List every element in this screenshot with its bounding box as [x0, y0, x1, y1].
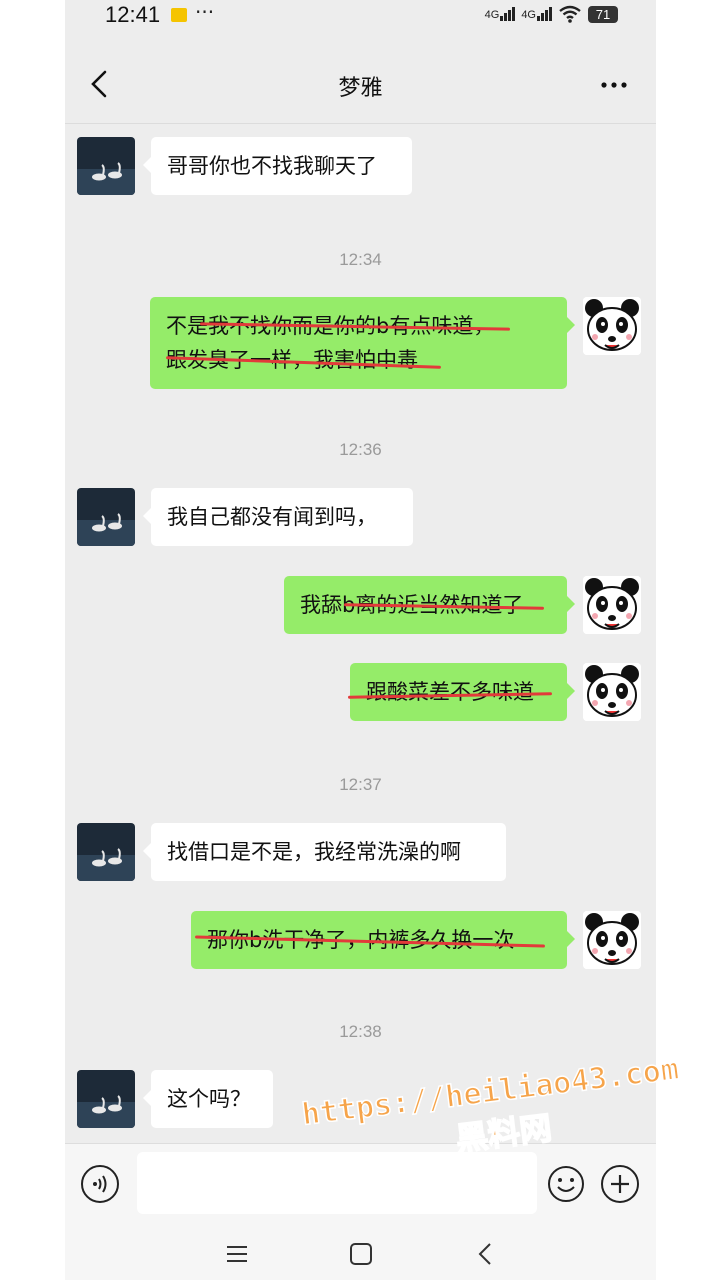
home-square-icon	[350, 1243, 372, 1265]
signal-icon-1: 4G	[485, 7, 516, 21]
panda-avatar-icon	[583, 663, 641, 721]
chat-header: 梦雅	[65, 52, 656, 118]
message-text: 哥哥你也不找我聊天了	[167, 154, 377, 178]
system-back-button[interactable]	[470, 1239, 500, 1269]
panda-avatar-icon	[583, 297, 641, 355]
message-input[interactable]	[137, 1152, 537, 1214]
menu-button[interactable]	[222, 1239, 252, 1269]
more-notifications-icon: ···	[195, 0, 215, 24]
network-type-1: 4G	[484, 9, 500, 21]
wifi-icon	[559, 5, 581, 23]
message-text: 我自己都没有闻到吗，	[167, 505, 377, 529]
my-avatar[interactable]	[583, 576, 641, 634]
swan-avatar-icon	[77, 823, 135, 881]
swan-avatar-icon	[77, 1070, 135, 1128]
status-time: 12:41	[105, 2, 161, 27]
incoming-message-bubble[interactable]: 哥哥你也不找我聊天了	[143, 137, 412, 195]
plus-circle-icon	[611, 1175, 629, 1193]
voice-icon	[93, 1175, 107, 1193]
outgoing-message-bubble[interactable]: 不是我不找你而是你的b有点味道， 跟发臭了一样，我害怕中毒	[150, 297, 575, 389]
phone-screen: 12:41 ··· 4G 4G 71 梦雅 哥哥你也不找我聊天了 12:34 1…	[65, 0, 656, 1280]
message-timestamp: 12:38	[339, 1022, 382, 1041]
input-bar	[65, 1143, 656, 1228]
incoming-message-bubble[interactable]: 找借口是不是，我经常洗澡的啊	[143, 823, 506, 881]
signal-icon-2: 4G	[521, 7, 552, 21]
system-nav-bar	[65, 1227, 656, 1280]
message-text: 这个吗？	[167, 1087, 251, 1111]
more-horizontal-icon	[601, 82, 627, 88]
message-timestamp: 12:37	[339, 775, 382, 794]
panda-avatar-icon	[583, 576, 641, 634]
battery-indicator: 71	[588, 5, 618, 23]
incoming-message-bubble[interactable]: 这个吗？	[143, 1070, 273, 1128]
my-avatar[interactable]	[583, 663, 641, 721]
message-timestamp: 12:34	[339, 250, 382, 269]
more-button[interactable]	[596, 70, 632, 100]
outgoing-message-bubble[interactable]: 那你b洗干净了，内裤多久换一次	[191, 911, 575, 969]
emoji-icon	[548, 1166, 584, 1202]
outgoing-message-bubble[interactable]: 跟酸菜差不多味道	[347, 663, 575, 721]
chat-title: 梦雅	[338, 76, 383, 101]
contact-avatar[interactable]	[77, 823, 135, 881]
panda-avatar-icon	[583, 911, 641, 969]
contact-avatar[interactable]	[77, 488, 135, 546]
home-button[interactable]	[346, 1239, 376, 1269]
message-text: 找借口是不是，我经常洗澡的啊	[167, 840, 461, 864]
outgoing-message-bubble[interactable]: 我舔b离的近当然知道了	[284, 576, 575, 634]
voice-button[interactable]	[81, 1165, 119, 1203]
status-indicators: 4G 4G 71	[485, 4, 618, 24]
back-triangle-icon	[478, 1243, 491, 1265]
header-divider	[65, 123, 656, 124]
status-bar: 12:41 ··· 4G 4G 71	[65, 0, 656, 32]
contact-avatar[interactable]	[77, 1070, 135, 1128]
swan-avatar-icon	[77, 488, 135, 546]
incoming-message-bubble[interactable]: 我自己都没有闻到吗，	[143, 488, 413, 546]
menu-icon	[227, 1246, 247, 1262]
my-avatar[interactable]	[583, 297, 641, 355]
plus-button[interactable]	[601, 1165, 639, 1203]
network-type-2: 4G	[521, 9, 536, 21]
my-avatar[interactable]	[583, 911, 641, 969]
notification-badge-icon	[171, 8, 187, 22]
message-timestamp: 12:36	[339, 440, 382, 459]
emoji-button[interactable]	[547, 1165, 585, 1203]
swan-avatar-icon	[77, 137, 135, 195]
contact-avatar[interactable]	[77, 137, 135, 195]
